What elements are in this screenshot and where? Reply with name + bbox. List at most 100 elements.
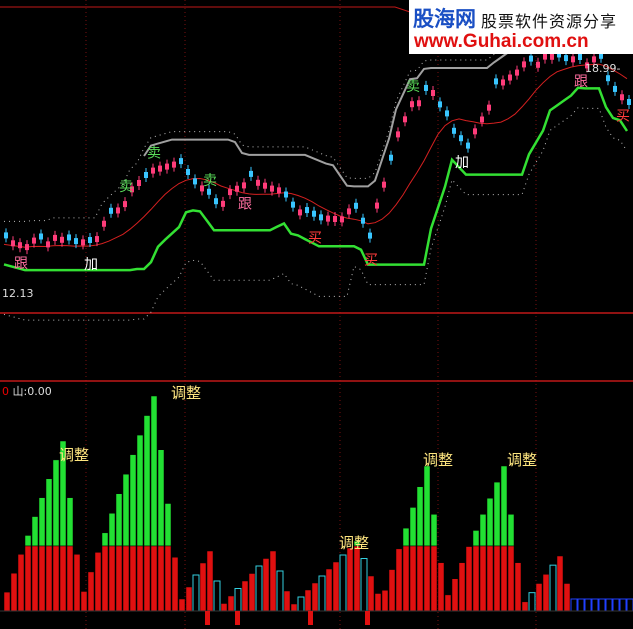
adjust-label-2: 调整 xyxy=(339,534,369,552)
adjust-bar-red-32 xyxy=(227,595,235,612)
adjust-bar-green-17 xyxy=(122,473,130,547)
signal-label-11: 买 xyxy=(616,108,630,124)
watermark-url: www.Guhai.com.cn xyxy=(414,31,589,52)
candle-11 xyxy=(81,239,85,246)
candle-66 xyxy=(466,142,470,149)
candle-47 xyxy=(333,216,337,222)
adjust-bar-green-58 xyxy=(409,507,417,547)
signal-label-1: 加 xyxy=(84,257,98,273)
adjust-bar-green-20 xyxy=(143,415,151,547)
candle-2 xyxy=(18,242,22,249)
candle-19 xyxy=(137,180,141,186)
candle-0 xyxy=(4,232,8,239)
candle-9 xyxy=(67,234,71,241)
neg-bar-3 xyxy=(365,611,370,625)
adjust-bar-red-52 xyxy=(367,575,375,612)
adjust-bar-red-31 xyxy=(220,603,228,612)
adjust-bar-green-9 xyxy=(66,497,74,547)
adjust-bar-red-0 xyxy=(3,591,11,612)
adjust-bar-green-68 xyxy=(479,514,487,547)
adjust-bar-red-12 xyxy=(87,571,95,612)
flat-bar-85 xyxy=(598,598,606,612)
candle-69 xyxy=(487,104,491,111)
candle-81 xyxy=(571,56,575,63)
adjust-bar-red-41 xyxy=(290,603,298,612)
adjust-bar-red-13 xyxy=(94,552,102,612)
watermark-brand: 股海网 xyxy=(413,7,476,31)
candle-62 xyxy=(438,101,442,108)
adjust-bar-green-67 xyxy=(472,530,480,547)
candle-33 xyxy=(235,185,239,192)
adjust-bar-green-57 xyxy=(402,527,410,547)
adjust-bar-red-49 xyxy=(346,547,354,612)
indicator-readout: 0 山:0.00 xyxy=(2,383,52,399)
adjust-bar-red-72 xyxy=(507,545,515,612)
adjust-bar-red-22 xyxy=(157,545,165,612)
indicator-value: :0.00 xyxy=(23,385,52,398)
candle-41 xyxy=(291,201,295,208)
adjust-bar-red-24 xyxy=(171,557,179,612)
flat-bar-84 xyxy=(591,598,599,612)
adjust-bar-red-68 xyxy=(479,545,487,612)
adjust-bar-red-39 xyxy=(276,570,284,612)
indicator-mark: 0 xyxy=(2,385,9,398)
adjust-bar-red-1 xyxy=(10,572,18,612)
candle-8 xyxy=(60,236,64,243)
adjust-bar-red-9 xyxy=(66,545,74,612)
adjust-bar-red-17 xyxy=(122,545,130,612)
adjust-bar-red-60 xyxy=(423,545,431,612)
adjust-bar-red-46 xyxy=(325,568,333,612)
adjust-bar-green-60 xyxy=(423,465,431,547)
candle-70 xyxy=(494,78,498,85)
adjust-bar-red-45 xyxy=(318,575,326,612)
low-price-label: 12.13 xyxy=(2,287,34,300)
adjust-bar-red-54 xyxy=(381,590,389,612)
adjust-bar-red-35 xyxy=(248,573,256,612)
candle-37 xyxy=(263,182,267,189)
flat-bar-88 xyxy=(619,598,627,612)
signal-label-5: 跟 xyxy=(238,196,252,212)
candle-7 xyxy=(53,234,57,241)
flat-bar-81 xyxy=(570,598,578,612)
adjust-bar-green-61 xyxy=(430,514,438,547)
adjust-bar-red-6 xyxy=(45,545,53,612)
candle-38 xyxy=(270,185,274,192)
moving-average xyxy=(3,63,628,248)
chart-canvas: 跟加卖卖卖跟买买卖加跟买调整调整调整调整 调整 xyxy=(0,0,633,629)
upper-band xyxy=(143,30,627,188)
adjust-bar-red-58 xyxy=(409,545,417,612)
candle-87 xyxy=(613,85,617,92)
candle-57 xyxy=(403,116,407,123)
adjust-bar-red-38 xyxy=(269,550,277,612)
candle-59 xyxy=(417,100,421,107)
high-price-label: 18.99- xyxy=(585,62,621,75)
adjust-bar-green-16 xyxy=(115,493,123,547)
adjust-bar-red-36 xyxy=(255,565,263,612)
adjust-bar-red-43 xyxy=(304,589,312,612)
candle-31 xyxy=(221,200,225,207)
signal-label-8: 卖 xyxy=(406,79,420,95)
candle-86 xyxy=(606,75,610,82)
adjust-bar-red-21 xyxy=(150,545,158,612)
adjust-bar-red-80 xyxy=(563,583,571,612)
candle-54 xyxy=(382,181,386,188)
adjust-bar-red-57 xyxy=(402,545,410,612)
adjust-bar-red-5 xyxy=(38,545,46,612)
adjust-bar-red-11 xyxy=(80,591,88,612)
candle-45 xyxy=(319,214,323,221)
adjust-bar-red-55 xyxy=(388,569,396,612)
adjust-bar-green-14 xyxy=(101,532,109,547)
adjust-bar-red-74 xyxy=(521,601,529,612)
adjust-bar-red-69 xyxy=(486,545,494,612)
signal-label-2: 卖 xyxy=(119,179,133,195)
adjust-bar-red-4 xyxy=(31,545,39,612)
adjust-bar-green-22 xyxy=(157,449,165,547)
chart-stage: 跟加卖卖卖跟买买卖加跟买调整 调整 调整 调整 调整 12.13 18.99- 0 山:… xyxy=(0,0,633,629)
candle-55 xyxy=(389,154,393,161)
adjust-bar-green-15 xyxy=(108,513,116,547)
adjust-bar-red-14 xyxy=(101,545,109,612)
candle-72 xyxy=(508,74,512,81)
watermark: 股海网 股票软件资源分享 www.Guhai.com.cn xyxy=(409,0,633,54)
indicator-name: 山 xyxy=(12,385,24,398)
candle-65 xyxy=(459,135,463,142)
